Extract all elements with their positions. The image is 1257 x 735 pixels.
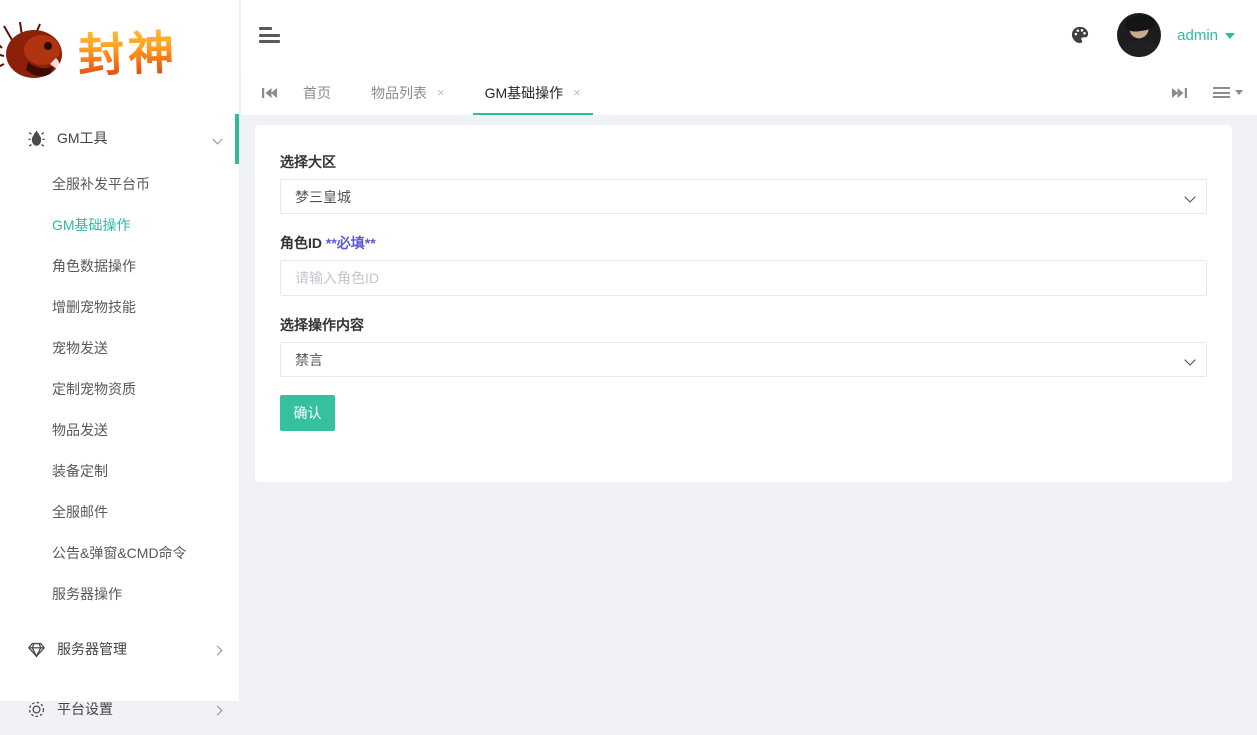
operation-select-value: 禁言 — [295, 350, 323, 370]
tab-close-icon[interactable]: × — [437, 86, 445, 99]
user-menu[interactable]: admin — [1177, 27, 1235, 44]
sidebar-item-item-send[interactable]: 物品发送 — [0, 410, 239, 451]
tab-close-icon[interactable]: × — [573, 86, 581, 99]
username: admin — [1177, 27, 1218, 44]
tab-label: 首页 — [303, 83, 331, 103]
sidebar-item-announce-cmd[interactable]: 公告&弹窗&CMD命令 — [0, 533, 239, 574]
top-header: admin — [241, 0, 1257, 70]
region-select-value: 梦三皇城 — [295, 187, 351, 207]
tabs-scroll-left-icon[interactable] — [255, 70, 283, 115]
chevron-down-icon — [1184, 191, 1195, 202]
confirm-button[interactable]: 确认 — [280, 395, 335, 431]
sidebar-item-platform-coin[interactable]: 全服补发平台币 — [0, 164, 239, 205]
tab-options-menu-icon[interactable] — [1213, 87, 1243, 98]
chevron-down-icon — [1184, 354, 1195, 365]
sidebar-item-pet-aptitude[interactable]: 定制宠物资质 — [0, 369, 239, 410]
user-avatar[interactable] — [1117, 13, 1161, 57]
game-title: 封神 — [77, 16, 179, 85]
sidebar-toggle-icon[interactable] — [259, 27, 281, 43]
role-id-label: 角色ID **必填** — [280, 236, 1207, 251]
sidebar-item-pet-send[interactable]: 宠物发送 — [0, 328, 239, 369]
sidebar-submenu-gm-tools: 全服补发平台币 GM基础操作 角色数据操作 增删宠物技能 宠物发送 定制宠物资质… — [0, 164, 239, 615]
sidebar-item-server-ops[interactable]: 服务器操作 — [0, 574, 239, 615]
sidebar-group-label: GM工具 — [57, 128, 108, 148]
theme-palette-icon[interactable] — [1071, 26, 1089, 44]
sidebar-item-server-mail[interactable]: 全服邮件 — [0, 492, 239, 533]
chevron-right-icon — [214, 701, 221, 717]
tab-home[interactable]: 首页 — [283, 70, 351, 115]
lion-head-logo-icon — [0, 18, 82, 88]
sidebar-item-role-data-ops[interactable]: 角色数据操作 — [0, 246, 239, 287]
chevron-right-icon — [214, 641, 221, 657]
required-note: **必填** — [326, 235, 376, 251]
operation-select-label: 选择操作内容 — [280, 318, 1207, 333]
tab-label: 物品列表 — [371, 83, 427, 103]
gem-icon — [28, 641, 45, 658]
tab-label: GM基础操作 — [485, 83, 564, 103]
sidebar-group-gm-tools[interactable]: GM工具 — [0, 112, 239, 164]
tab-gm-basic-ops[interactable]: GM基础操作 × — [465, 70, 601, 115]
sidebar: 封神 GM工具 全服补发平台币 GM基础操作 角色数据操作 增删宠物技能 宠物发… — [0, 0, 240, 701]
sidebar-item-equip-custom[interactable]: 装备定制 — [0, 451, 239, 492]
role-id-input[interactable] — [280, 260, 1207, 296]
sidebar-item-gm-basic-ops[interactable]: GM基础操作 — [0, 205, 239, 246]
region-select-label: 选择大区 — [280, 155, 1207, 170]
tabs-scroll-right-icon[interactable] — [1172, 87, 1187, 99]
operation-select[interactable]: 禁言 — [280, 342, 1207, 377]
gm-basic-ops-form-card: 选择大区 梦三皇城 角色ID **必填** 选择操作内容 禁言 确认 — [255, 125, 1232, 482]
page-content: 选择大区 梦三皇城 角色ID **必填** 选择操作内容 禁言 确认 — [241, 115, 1257, 701]
tab-strip: 首页 物品列表 × GM基础操作 × — [241, 70, 1257, 115]
chevron-down-icon — [214, 130, 221, 146]
sidebar-group-platform-settings[interactable]: 平台设置 — [0, 683, 239, 735]
region-select[interactable]: 梦三皇城 — [280, 179, 1207, 214]
app-logo: 封神 — [0, 0, 239, 112]
main-area: admin 首页 物品列表 × GM基础操作 × — [241, 0, 1257, 701]
sidebar-group-server-mgmt[interactable]: 服务器管理 — [0, 623, 239, 675]
caret-down-icon — [1225, 33, 1235, 39]
sidebar-group-label: 服务器管理 — [57, 639, 127, 659]
sidebar-group-label: 平台设置 — [57, 699, 113, 719]
gear-icon — [28, 701, 45, 718]
bug-icon — [28, 130, 45, 147]
tab-item-list[interactable]: 物品列表 × — [351, 70, 465, 115]
sidebar-item-pet-skills[interactable]: 增删宠物技能 — [0, 287, 239, 328]
